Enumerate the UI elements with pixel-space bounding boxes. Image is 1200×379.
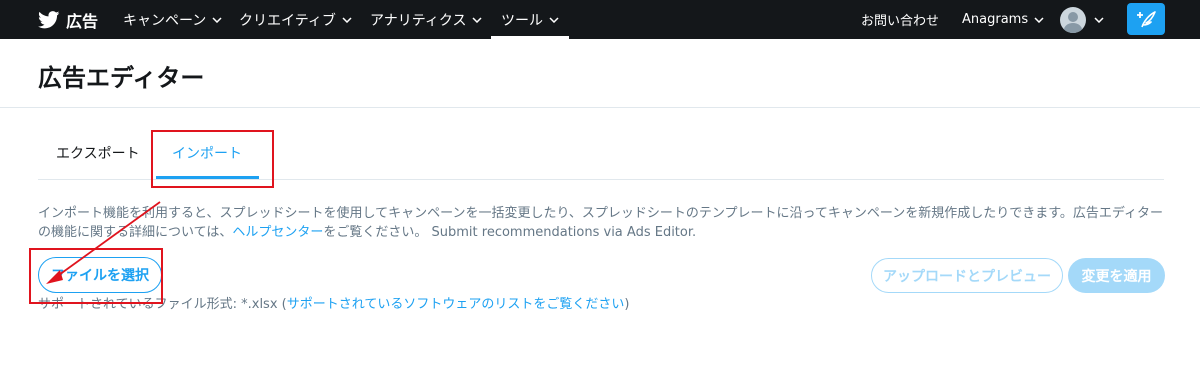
- description-text-after: をご覧ください。 Submit recommendations via Ads …: [323, 225, 697, 240]
- chevron-down-icon: [212, 16, 222, 23]
- upload-preview-button[interactable]: アップロードとプレビュー: [871, 258, 1063, 293]
- supported-formats-suffix: ): [624, 297, 630, 312]
- twitter-bird-icon: [38, 10, 60, 28]
- import-description: インポート機能を利用すると、スプレッドシートを使用してキャンペーンを一括変更した…: [38, 204, 1164, 242]
- page-title: 広告エディター: [38, 64, 205, 92]
- account-switcher[interactable]: Anagrams: [962, 0, 1044, 39]
- top-nav-bar: 広告 キャンペーン クリエイティブ アナリティクス ツール お問い合わせ Ana…: [0, 0, 1200, 39]
- help-center-link[interactable]: ヘルプセンター: [232, 225, 323, 240]
- chevron-down-icon: [342, 16, 352, 23]
- chevron-down-icon: [1094, 16, 1104, 23]
- annotation-box-import-tab: [151, 130, 274, 188]
- header-divider: [0, 107, 1200, 108]
- brand-label: 広告: [66, 11, 99, 31]
- contact-link[interactable]: お問い合わせ: [861, 0, 939, 39]
- nav-campaigns[interactable]: キャンペーン: [123, 0, 222, 39]
- user-menu[interactable]: [1060, 0, 1104, 39]
- nav-creatives[interactable]: クリエイティブ: [239, 0, 352, 39]
- annotation-box-select-file: [29, 248, 163, 304]
- supported-software-link[interactable]: サポートされているソフトウェアのリストをご覧ください: [287, 297, 625, 312]
- tab-export[interactable]: エクスポート: [56, 143, 140, 163]
- nav-tools-label: ツール: [501, 12, 543, 29]
- contact-label: お問い合わせ: [861, 14, 940, 29]
- chevron-down-icon: [1034, 16, 1044, 23]
- brand-logo[interactable]: 広告: [38, 0, 98, 39]
- chevron-down-icon: [472, 16, 482, 23]
- nav-creatives-label: クリエイティブ: [239, 12, 336, 29]
- nav-analytics[interactable]: アナリティクス: [370, 0, 482, 39]
- nav-tools[interactable]: ツール: [491, 0, 569, 39]
- annotation-arrow: [46, 201, 161, 284]
- apply-changes-button[interactable]: 変更を適用: [1068, 258, 1165, 293]
- avatar: [1060, 6, 1086, 33]
- compose-tweet-icon: [1137, 11, 1156, 28]
- compose-button[interactable]: [1127, 3, 1165, 35]
- account-label: Anagrams: [962, 12, 1029, 27]
- chevron-down-icon: [549, 16, 559, 23]
- nav-campaigns-label: キャンペーン: [123, 12, 207, 29]
- nav-analytics-label: アナリティクス: [370, 12, 467, 29]
